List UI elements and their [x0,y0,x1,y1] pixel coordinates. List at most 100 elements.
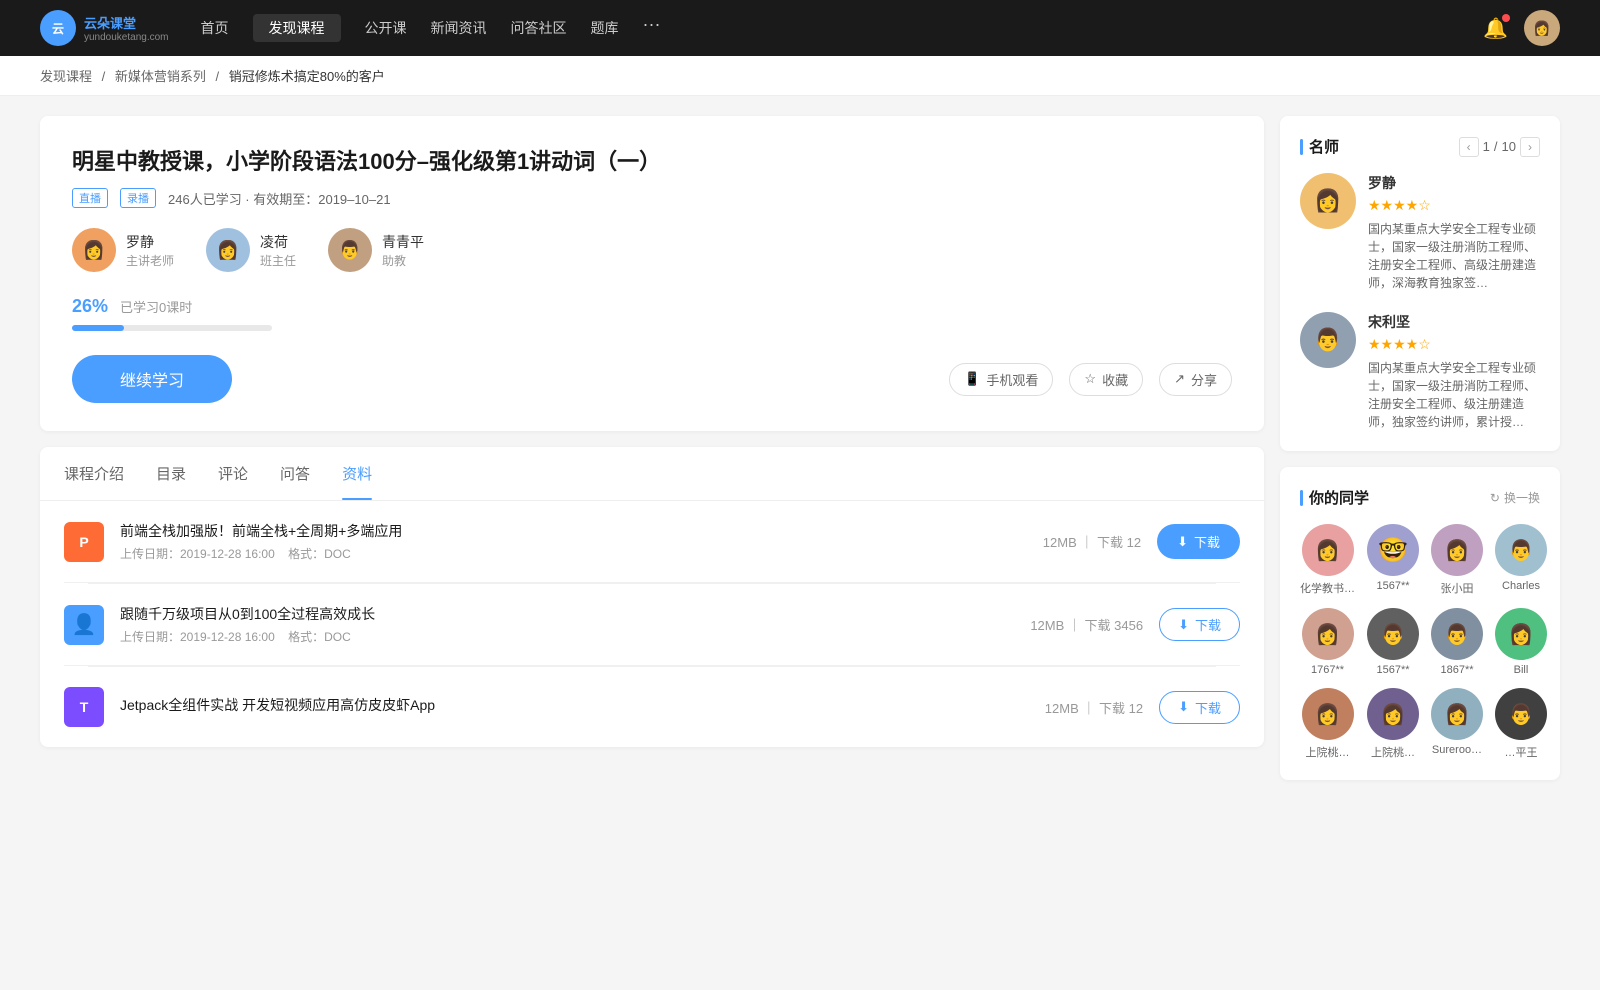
bell-dot [1502,14,1510,22]
teacher-role-2: 班主任 [260,252,296,269]
bell-icon[interactable]: 🔔 [1483,16,1508,41]
classmate-name-9: 上院桃… [1306,744,1350,760]
page-next[interactable]: › [1520,137,1540,157]
tab-catalog[interactable]: 目录 [156,447,186,500]
page-prev[interactable]: ‹ [1459,137,1479,157]
classmate-name-11: Sureroo… [1432,744,1482,756]
refresh-button[interactable]: ↻ 换一换 [1490,489,1540,506]
sidebar-teacher-stars-1: ★★★★☆ [1368,197,1540,214]
classmate-name-1: 化学教书… [1300,580,1355,596]
classmate-6[interactable]: 👨 1567** [1367,608,1419,676]
nav-items: 首页 发现课程 公开课 新闻资讯 问答社区 题库 ··· [201,14,661,42]
classmate-10[interactable]: 👩 上院桃… [1367,688,1419,760]
resource-meta-2: 上传日期：2019-12-28 16:00 格式：DOC [120,628,1014,645]
share-label: 分享 [1191,370,1217,389]
classmates-grid: 👩 化学教书… 🤓 1567** 👩 张小田 👨 Charles 👩 [1300,524,1540,760]
progress-pct: 26% [72,296,108,317]
resource-item: P 前端全栈加强版！前端全栈+全周期+多端应用 上传日期：2019-12-28 … [64,501,1240,583]
course-actions: 继续学习 📱 手机观看 ☆ 收藏 ↗ 分享 [72,355,1232,403]
right-sidebar: 名师 ‹ 1/10 › 👩 罗静 ★★★★☆ 国内某重点大学安全工程专业硕士，国… [1280,116,1560,796]
user-avatar[interactable]: 👩 [1524,10,1560,46]
teachers-card-title: 名师 [1300,136,1339,157]
sidebar-teacher-name-2: 宋利坚 [1368,312,1540,332]
resource-info-1: 前端全栈加强版！前端全栈+全周期+多端应用 上传日期：2019-12-28 16… [120,521,1027,562]
teacher-avatar-3: 👨 [328,228,372,272]
course-title: 明星中教授课，小学阶段语法100分–强化级第1讲动词（一） [72,144,1232,176]
download-label-3: 下载 [1195,698,1221,717]
sidebar-teacher-avatar-1: 👩 [1300,173,1356,229]
breadcrumb-item-1[interactable]: 发现课程 [40,69,92,84]
mobile-icon: 📱 [964,371,980,387]
classmate-5[interactable]: 👩 1767** [1300,608,1355,676]
nav-item-qa[interactable]: 问答社区 [511,14,567,42]
classmate-8[interactable]: 👩 Bill [1495,608,1547,676]
collect-button[interactable]: ☆ 收藏 [1069,363,1143,396]
resource-item-3: T Jetpack全组件实战 开发短视频应用高仿皮皮虾App 12MB ｜ 下载… [64,667,1240,747]
tab-qa[interactable]: 问答 [280,447,310,500]
tab-intro[interactable]: 课程介绍 [64,447,124,500]
tab-review[interactable]: 评论 [218,447,248,500]
mobile-label: 手机观看 [986,370,1038,389]
classmate-1[interactable]: 👩 化学教书… [1300,524,1355,596]
classmate-avatar-1: 👩 [1302,524,1354,576]
nav-item-open[interactable]: 公开课 [365,14,407,42]
classmate-name-7: 1867** [1440,664,1473,676]
download-icon-3: ⬇ [1178,699,1189,715]
classmate-2[interactable]: 🤓 1567** [1367,524,1419,596]
classmates-card: 你的同学 ↻ 换一换 👩 化学教书… 🤓 1567** 👩 张小田 [1280,467,1560,780]
breadcrumb-item-3[interactable]: 销冠修炼术搞定80%的客户 [229,69,385,84]
download-button-1[interactable]: ⬇ 下载 [1157,524,1240,559]
tabs-nav: 课程介绍 目录 评论 问答 资料 [40,447,1264,501]
teacher-role-1: 主讲老师 [126,252,174,269]
resource-icon-3: T [64,687,104,727]
classmate-3[interactable]: 👩 张小田 [1431,524,1483,596]
resource-name-1: 前端全栈加强版！前端全栈+全周期+多端应用 [120,521,1027,541]
nav-item-home[interactable]: 首页 [201,14,229,42]
sidebar-teacher-desc-1: 国内某重点大学安全工程专业硕士，国家一级注册消防工程师、注册安全工程师、高级注册… [1368,220,1540,292]
classmate-7[interactable]: 👨 1867** [1431,608,1483,676]
nav-item-discover[interactable]: 发现课程 [253,14,341,42]
download-icon-2: ⬇ [1178,617,1189,633]
teachers-card-header: 名师 ‹ 1/10 › [1300,136,1540,157]
resource-meta-1: 上传日期：2019-12-28 16:00 格式：DOC [120,545,1027,562]
continue-button[interactable]: 继续学习 [72,355,232,403]
tab-resources[interactable]: 资料 [342,447,372,500]
download-button-2[interactable]: ⬇ 下载 [1159,608,1240,641]
resource-name-3: Jetpack全组件实战 开发短视频应用高仿皮皮虾App [120,695,1029,715]
collect-icon: ☆ [1084,371,1096,387]
classmate-avatar-9: 👩 [1302,688,1354,740]
logo-icon: 云 [40,10,76,46]
teacher-info-2: 凌荷 班主任 [260,232,296,269]
classmate-name-2: 1567** [1376,580,1409,592]
classmate-avatar-3: 👩 [1431,524,1483,576]
progress-bar-fill [72,325,124,331]
download-button-3[interactable]: ⬇ 下载 [1159,691,1240,724]
progress-bar-bg [72,325,272,331]
nav-more[interactable]: ··· [643,14,661,42]
left-content: 明星中教授课，小学阶段语法100分–强化级第1讲动词（一） 直播 录播 246人… [40,116,1264,796]
download-label-1: 下载 [1194,532,1220,551]
classmate-11[interactable]: 👩 Sureroo… [1431,688,1483,760]
share-button[interactable]: ↗ 分享 [1159,363,1232,396]
teachers-card: 名师 ‹ 1/10 › 👩 罗静 ★★★★☆ 国内某重点大学安全工程专业硕士，国… [1280,116,1560,451]
classmate-name-5: 1767** [1311,664,1344,676]
classmate-name-12: …平王 [1505,744,1538,760]
progress-section: 26% 已学习0课时 [72,296,1232,331]
teachers: 👩 罗静 主讲老师 👩 凌荷 班主任 👨 青青平 [72,228,1232,272]
classmate-9[interactable]: 👩 上院桃… [1300,688,1355,760]
teacher-name-2: 凌荷 [260,232,296,252]
classmate-12[interactable]: 👨 …平王 [1495,688,1547,760]
logo[interactable]: 云 云朵课堂 yundouketang.com [40,10,169,46]
teacher-name-1: 罗静 [126,232,174,252]
page-total: 10 [1502,139,1516,154]
nav-item-news[interactable]: 新闻资讯 [431,14,487,42]
mobile-watch-button[interactable]: 📱 手机观看 [949,363,1053,396]
breadcrumb: 发现课程 / 新媒体营销系列 / 销冠修炼术搞定80%的客户 [0,56,1600,96]
course-card: 明星中教授课，小学阶段语法100分–强化级第1讲动词（一） 直播 录播 246人… [40,116,1264,431]
breadcrumb-item-2[interactable]: 新媒体营销系列 [115,69,206,84]
classmate-4[interactable]: 👨 Charles [1495,524,1547,596]
sidebar-teacher-name-1: 罗静 [1368,173,1540,193]
nav-item-quiz[interactable]: 题库 [591,14,619,42]
pagination-ctrl: ‹ 1/10 › [1459,137,1540,157]
teacher-avatar-2: 👩 [206,228,250,272]
